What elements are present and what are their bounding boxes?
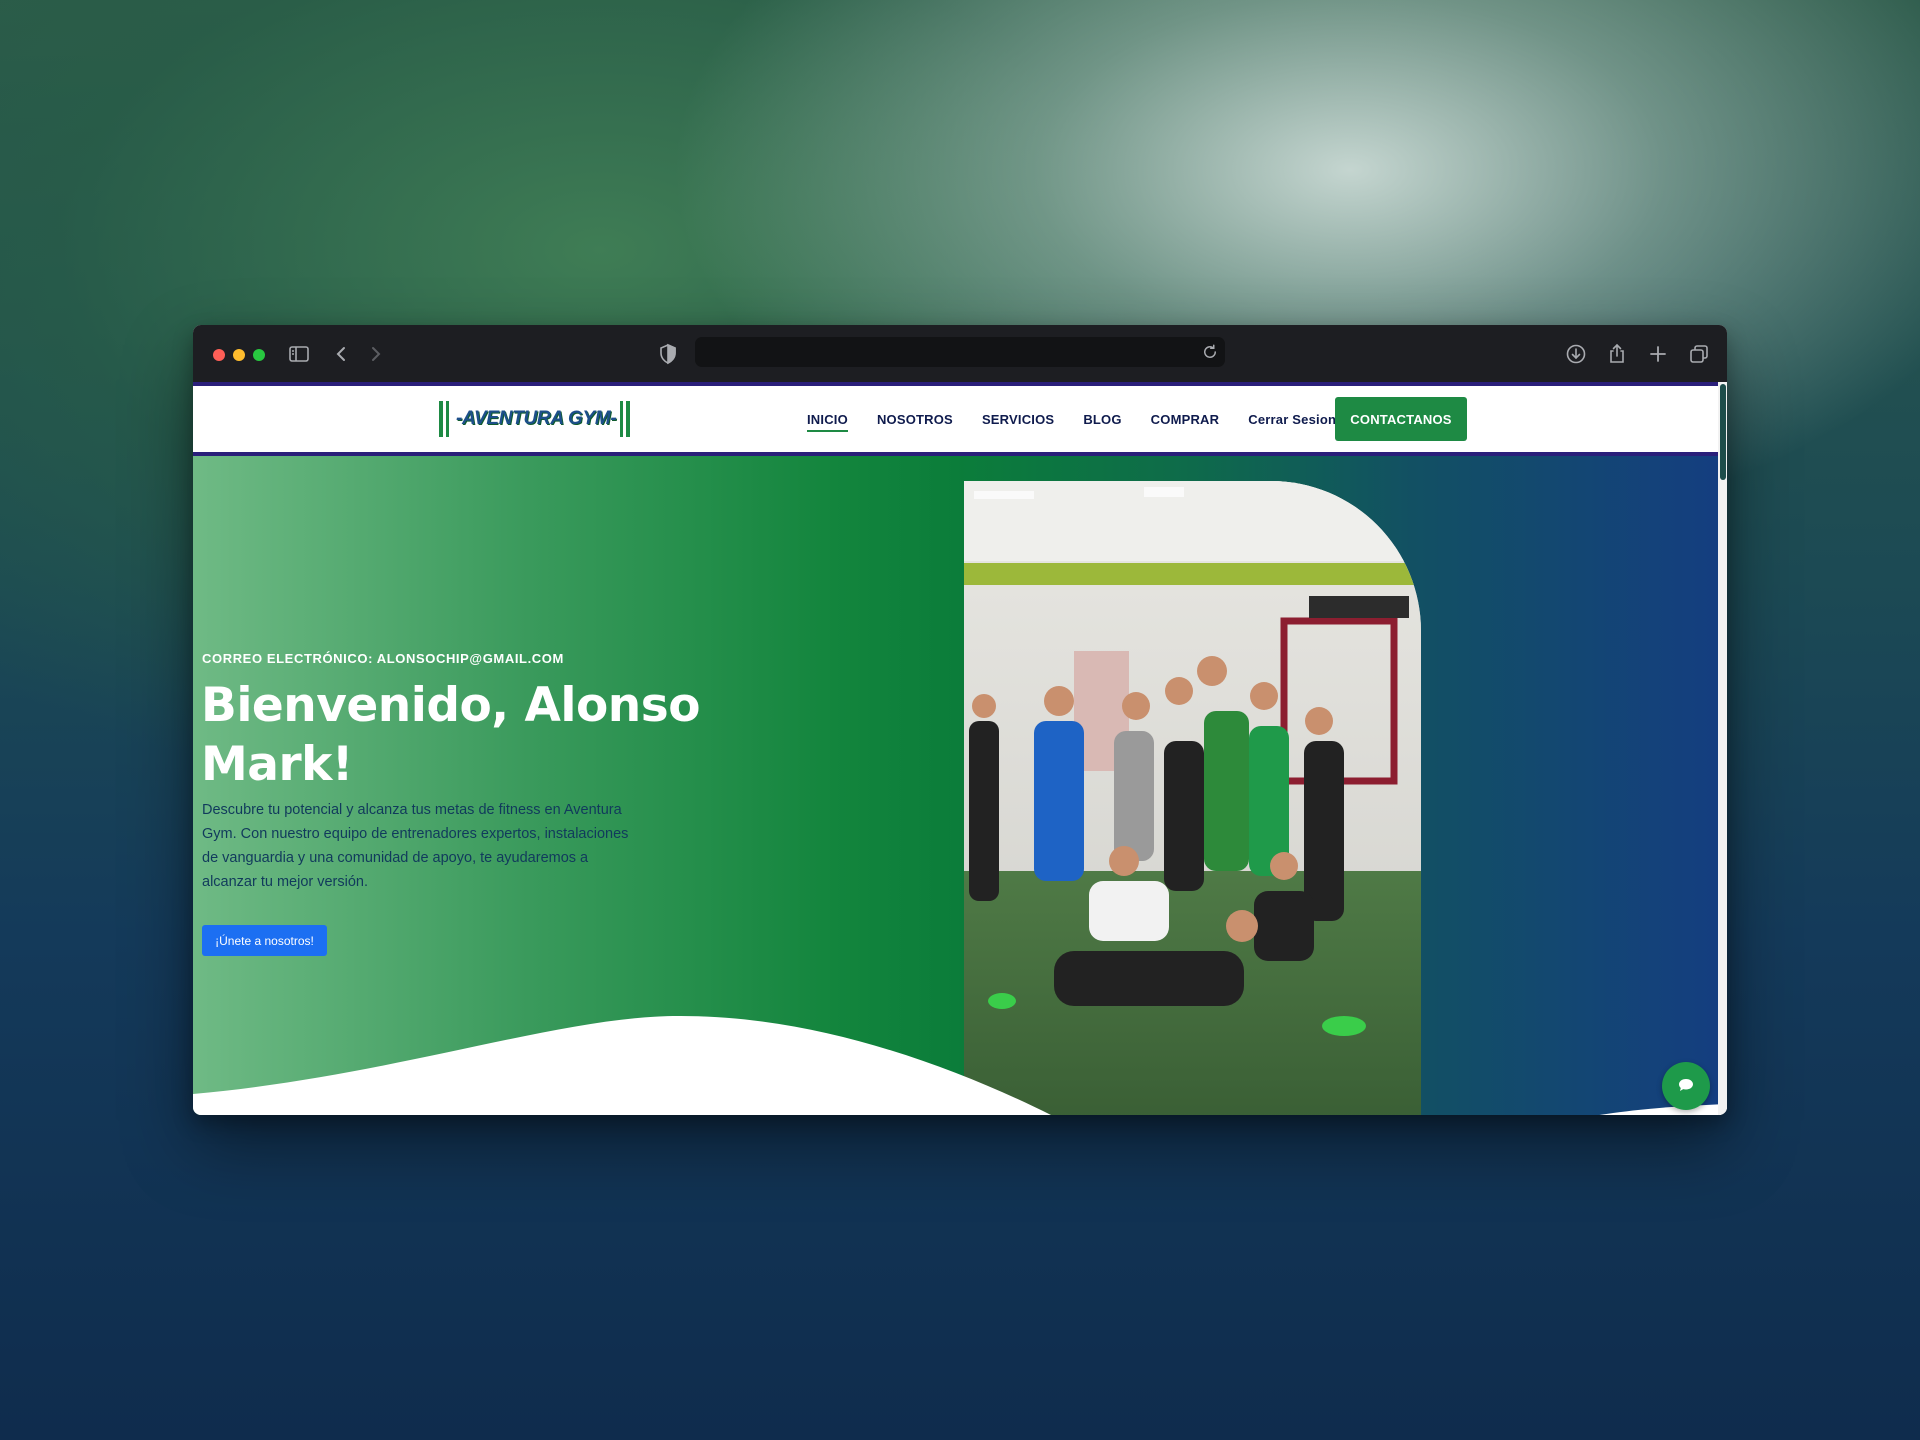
download-icon[interactable] [1564, 342, 1588, 366]
logo-dumbbell-left-inner-icon [446, 401, 449, 437]
nav-link-servicios[interactable]: SERVICIOS [982, 412, 1054, 427]
main-nav: INICIO NOSOTROS SERVICIOS BLOG COMPRAR C… [807, 386, 1365, 452]
page-scrollbar[interactable] [1718, 382, 1727, 1115]
contactanos-button[interactable]: CONTACTANOS [1335, 397, 1467, 441]
join-us-button[interactable]: ¡Únete a nosotros! [202, 925, 327, 956]
nav-link-comprar[interactable]: COMPRAR [1151, 412, 1220, 427]
reload-icon[interactable] [1201, 343, 1219, 361]
shield-icon[interactable] [656, 342, 680, 366]
logo-dumbbell-right-inner-icon [620, 401, 624, 437]
hero-email-line: CORREO ELECTRÓNICO: ALONSOCHIP@GMAIL.COM [202, 651, 564, 666]
new-tab-icon[interactable] [1646, 342, 1670, 366]
nav-link-cerrar-sesion[interactable]: Cerrar Sesion [1248, 412, 1336, 427]
logo-text: -AVENTURA GYM- [456, 408, 617, 429]
nav-link-inicio[interactable]: INICIO [807, 412, 848, 432]
zoom-window-button[interactable] [253, 349, 265, 361]
hero-wave-divider [193, 1015, 1718, 1115]
site-logo[interactable]: -AVENTURA GYM- [439, 400, 633, 438]
hero-title: Bienvenido, Alonso Mark! [201, 678, 701, 792]
hero-description: Descubre tu potencial y alcanza tus meta… [202, 802, 629, 890]
web-page: -AVENTURA GYM- INICIO NOSOTROS SERVICIOS… [193, 382, 1727, 1115]
chat-bubble-icon [1678, 1077, 1694, 1096]
site-navbar: -AVENTURA GYM- INICIO NOSOTROS SERVICIOS… [193, 382, 1718, 456]
chat-button[interactable] [1662, 1062, 1710, 1110]
browser-window: -AVENTURA GYM- INICIO NOSOTROS SERVICIOS… [193, 325, 1727, 1115]
back-icon[interactable] [330, 342, 354, 366]
hero-section: CORREO ELECTRÓNICO: ALONSOCHIP@GMAIL.COM… [193, 456, 1718, 1115]
browser-toolbar [193, 325, 1727, 382]
address-bar[interactable] [695, 337, 1225, 367]
scrollbar-thumb[interactable] [1720, 384, 1726, 480]
nav-link-nosotros[interactable]: NOSOTROS [877, 412, 953, 427]
sidebar-icon[interactable] [287, 342, 311, 366]
close-window-button[interactable] [213, 349, 225, 361]
logo-dumbbell-right-icon [626, 401, 631, 437]
tabs-overview-icon[interactable] [1687, 342, 1711, 366]
share-icon[interactable] [1605, 342, 1629, 366]
minimize-window-button[interactable] [233, 349, 245, 361]
logo-dumbbell-left-icon [439, 401, 443, 437]
forward-icon[interactable] [363, 342, 387, 366]
nav-link-blog[interactable]: BLOG [1083, 412, 1121, 427]
